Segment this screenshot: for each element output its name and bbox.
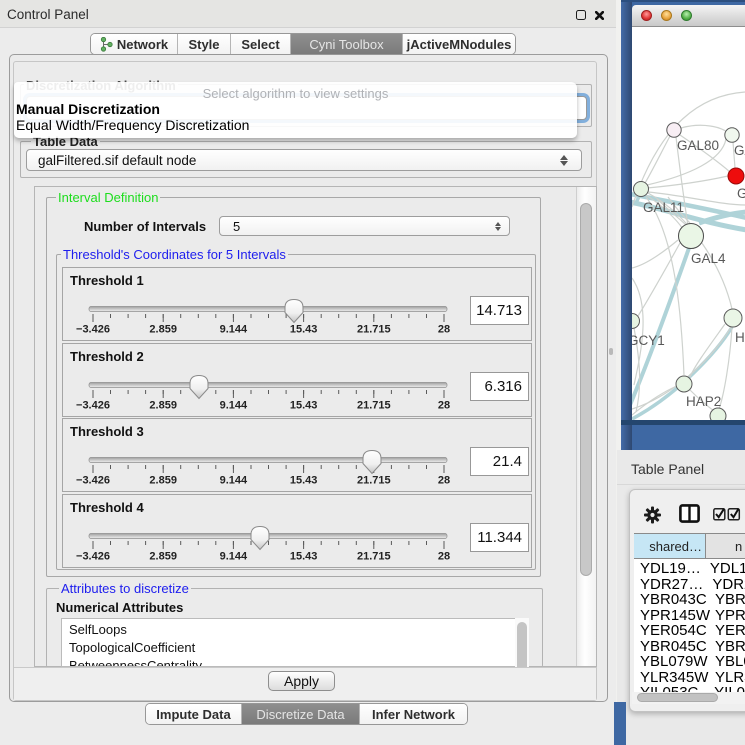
svg-text:−3.426: −3.426 xyxy=(76,324,110,336)
svg-text:G: G xyxy=(737,186,745,201)
svg-text:HAP2: HAP2 xyxy=(686,394,721,409)
svg-text:28: 28 xyxy=(438,551,450,563)
svg-text:15.43: 15.43 xyxy=(290,400,318,412)
svg-text:2.859: 2.859 xyxy=(149,475,177,487)
svg-text:−3.426: −3.426 xyxy=(76,551,110,563)
svg-text:9.144: 9.144 xyxy=(220,551,248,563)
svg-text:28: 28 xyxy=(438,324,450,336)
svg-text:15.43: 15.43 xyxy=(290,324,318,336)
svg-text:−3.426: −3.426 xyxy=(76,475,110,487)
svg-text:15.43: 15.43 xyxy=(290,551,318,563)
svg-text:2.859: 2.859 xyxy=(149,400,177,412)
svg-text:2.859: 2.859 xyxy=(149,324,177,336)
svg-text:GAL11: GAL11 xyxy=(643,200,684,215)
svg-text:9.144: 9.144 xyxy=(220,324,248,336)
svg-text:GAL4: GAL4 xyxy=(691,251,726,266)
svg-text:21.715: 21.715 xyxy=(357,400,391,412)
svg-text:HI: HI xyxy=(735,330,745,345)
svg-text:28: 28 xyxy=(438,475,450,487)
svg-text:GCY1: GCY1 xyxy=(632,333,665,348)
svg-text:21.715: 21.715 xyxy=(357,551,391,563)
svg-text:−3.426: −3.426 xyxy=(76,400,110,412)
svg-text:21.715: 21.715 xyxy=(357,475,391,487)
svg-text:28: 28 xyxy=(438,400,450,412)
svg-text:9.144: 9.144 xyxy=(220,400,248,412)
svg-text:21.715: 21.715 xyxy=(357,324,391,336)
svg-text:2.859: 2.859 xyxy=(149,551,177,563)
svg-text:GA: GA xyxy=(734,143,745,158)
svg-text:GAL80: GAL80 xyxy=(677,138,719,153)
svg-text:15.43: 15.43 xyxy=(290,475,318,487)
svg-text:9.144: 9.144 xyxy=(220,475,248,487)
